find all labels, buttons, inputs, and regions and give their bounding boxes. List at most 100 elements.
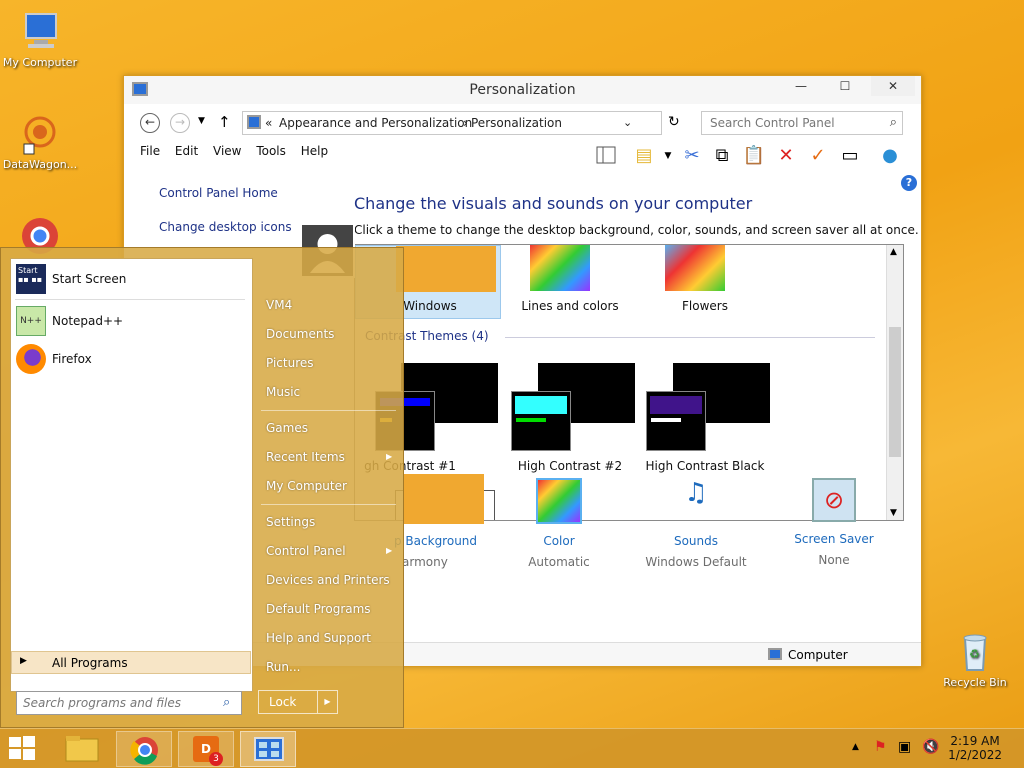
menu-tools[interactable]: Tools (256, 144, 286, 158)
theme-lines-and-colors[interactable] (505, 245, 635, 295)
start-link-recent-items[interactable]: Recent Items (266, 450, 345, 464)
desktop-icon-my-computer[interactable]: My Computer (0, 10, 80, 69)
menu-view[interactable]: View (213, 144, 241, 158)
help-icon[interactable]: ? (901, 175, 917, 191)
start-menu-item-notepad-plus-plus[interactable]: N++ Notepad++ (16, 303, 246, 339)
theme-high-contrast-2[interactable] (505, 363, 645, 455)
clock[interactable]: 2:19 AM 1/2/2022 (948, 734, 1002, 762)
clock-date: 1/2/2022 (948, 748, 1002, 762)
back-button[interactable]: ← (140, 113, 160, 133)
screen-saver-link[interactable]: ⊘ Screen Saver None (764, 478, 904, 567)
theme-label: High Contrast Black (645, 459, 765, 473)
taskbar-file-explorer[interactable] (54, 731, 110, 767)
check-icon[interactable]: ✓ (806, 144, 830, 168)
show-hidden-icons-icon[interactable]: ▲ (852, 742, 859, 752)
start-link-default-programs[interactable]: Default Programs (266, 602, 371, 616)
start-search-icon[interactable]: ⌕ (223, 695, 230, 710)
start-button[interactable] (8, 735, 38, 763)
paste-icon[interactable]: 📋 (742, 144, 766, 168)
color-value: Automatic (528, 555, 590, 569)
power-options-arrow-icon[interactable]: ▶ (317, 691, 337, 713)
scroll-up-arrow-icon[interactable]: ▲ (890, 247, 897, 257)
maximize-button[interactable]: ☐ (831, 76, 859, 96)
start-link-pictures[interactable]: Pictures (266, 356, 314, 370)
theme-list-scrollbar[interactable]: ▲ ▼ (886, 245, 903, 520)
theme-label: Flowers (682, 299, 728, 313)
start-link-vm4[interactable]: VM4 (266, 298, 292, 312)
taskbar-chrome[interactable] (116, 731, 172, 767)
start-menu-divider (15, 299, 245, 300)
taskbar-datawagon[interactable]: D 3 (178, 731, 234, 767)
start-search-input[interactable]: Search programs and files (16, 691, 242, 715)
submenu-arrow-icon: ▶ (386, 546, 393, 555)
start-link-run[interactable]: Run... (266, 660, 300, 674)
menu-edit[interactable]: Edit (175, 144, 198, 158)
address-control-panel-icon (247, 115, 261, 129)
volume-muted-icon[interactable]: 🔇 (922, 739, 939, 755)
datawagon-icon (18, 112, 62, 156)
sidebar-link-control-panel-home[interactable]: Control Panel Home (159, 186, 292, 200)
page-subtitle: Click a theme to change the desktop back… (354, 223, 919, 237)
lock-button[interactable]: Lock ▶ (258, 690, 338, 714)
theme-label: High Contrast #2 (517, 459, 623, 473)
theme-thumbnail (530, 245, 590, 291)
forward-button[interactable]: → (170, 113, 190, 133)
screen-saver-label: Screen Saver (794, 532, 874, 546)
breadcrumb-appearance[interactable]: Appearance and Personalization (279, 116, 472, 130)
start-link-my-computer[interactable]: My Computer (266, 479, 347, 493)
color-link[interactable]: Color Automatic (489, 478, 629, 569)
title-bar[interactable]: Personalization — ☐ ✕ (124, 76, 921, 104)
group-divider (505, 337, 875, 338)
layout-icon[interactable] (594, 144, 618, 168)
desktop-icon-recycle-bin[interactable]: ♻ Recycle Bin (935, 630, 1015, 689)
start-menu-item-label: Notepad++ (52, 314, 124, 328)
screen-saver-icon: ⊘ (812, 478, 856, 522)
minimize-button[interactable]: — (787, 76, 815, 96)
start-link-settings[interactable]: Settings (266, 515, 315, 529)
address-dropdown-icon[interactable]: ⌄ (623, 116, 632, 129)
cut-icon[interactable]: ✂ (680, 144, 704, 168)
taskbar-control-panel[interactable] (240, 731, 296, 767)
start-link-devices-and-printers[interactable]: Devices and Printers (266, 573, 390, 587)
properties-icon[interactable]: ▭ (838, 144, 862, 168)
delete-icon[interactable]: ✕ (774, 144, 798, 168)
sounds-link[interactable]: ♫ Sounds Windows Default (626, 478, 766, 569)
breadcrumb-personalization[interactable]: Personalization (471, 116, 562, 130)
close-button[interactable]: ✕ (871, 76, 915, 96)
color-icon (536, 478, 582, 524)
notepad-plus-plus-icon: N++ (16, 306, 46, 336)
search-input[interactable]: Search Control Panel (701, 111, 903, 135)
sidebar-link-change-desktop-icons[interactable]: Change desktop icons (159, 220, 292, 234)
menu-help[interactable]: Help (301, 144, 328, 158)
search-icon[interactable]: ⌕ (890, 115, 897, 130)
all-programs-button[interactable]: ▶ All Programs (11, 651, 251, 674)
start-link-control-panel[interactable]: Control Panel (266, 544, 346, 558)
scroll-down-arrow-icon[interactable]: ▼ (890, 508, 897, 518)
scrollbar-thumb[interactable] (889, 327, 901, 457)
start-link-games[interactable]: Games (266, 421, 308, 435)
start-link-help-and-support[interactable]: Help and Support (266, 631, 371, 645)
start-menu-item-firefox[interactable]: Firefox (16, 341, 246, 377)
start-screen-icon: Start ▪▪ ▪▪ (16, 264, 46, 294)
theme-thumbnail (665, 245, 725, 291)
copy-icon[interactable]: ⧉ (710, 144, 734, 168)
address-bar[interactable]: « Appearance and Personalization › Perso… (242, 111, 662, 135)
recent-pages-dropdown-icon[interactable]: ▼ (198, 116, 205, 126)
start-menu-item-start-screen[interactable]: Start ▪▪ ▪▪ Start Screen (16, 261, 246, 297)
sounds-icon: ♫ (684, 478, 708, 508)
network-icon[interactable]: ▣ (898, 739, 911, 755)
refresh-button[interactable]: ↻ (668, 114, 680, 130)
action-center-flag-icon[interactable]: ⚑ (874, 739, 887, 755)
theme-flowers[interactable] (640, 245, 770, 295)
views-dropdown-icon[interactable]: ▼ (656, 144, 680, 168)
theme-high-contrast-black[interactable] (640, 363, 780, 455)
menu-file[interactable]: File (140, 144, 160, 158)
up-button[interactable]: ↑ (218, 113, 231, 131)
desktop-icon-datawagon[interactable]: DataWagon... (0, 112, 80, 171)
theme-thumbnail (511, 391, 571, 451)
start-link-music[interactable]: Music (266, 385, 300, 399)
globe-icon[interactable]: ● (878, 144, 902, 168)
windows-logo-icon (9, 736, 35, 760)
folder-options-icon[interactable]: ▤ (632, 144, 656, 168)
start-link-documents[interactable]: Documents (266, 327, 334, 341)
